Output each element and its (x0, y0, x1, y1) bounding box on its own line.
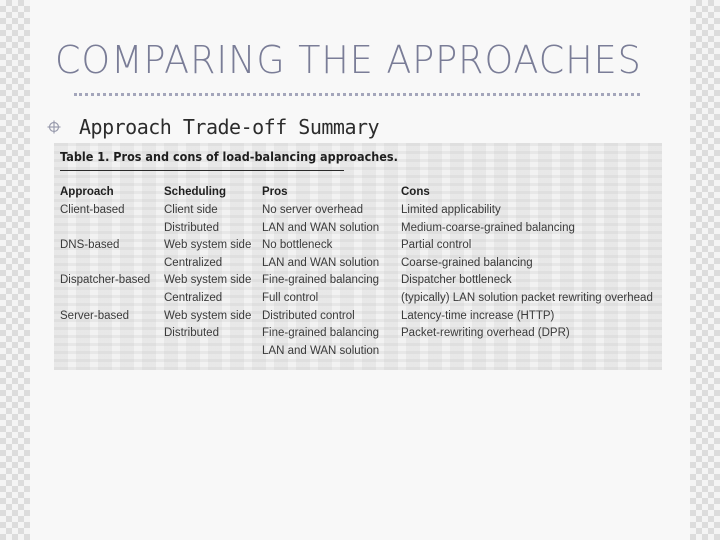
slide-title: COMPARING THE APPROACHES (55, 38, 642, 82)
table-cell-pros: Distributed control (262, 309, 355, 322)
table-cell-approach: Dispatcher-based (60, 274, 151, 287)
table-cell-pros: Full control (262, 292, 319, 304)
table-cell-cons: Partial control (401, 239, 472, 252)
title-divider (74, 93, 640, 96)
column-header-pros: Pros (262, 186, 288, 198)
table-cell-cons: Limited applicability (401, 204, 501, 216)
table-cell-cons: (typically) LAN solution packet rewritin… (401, 292, 653, 304)
table-cell-pros: LAN and WAN solution (262, 221, 380, 234)
crosshair-bullet-icon (47, 120, 61, 134)
table-cell-cons: Coarse-grained balancing (401, 256, 533, 269)
transparency-checker-left (0, 0, 30, 540)
table-cell-pros: LAN and WAN solution (262, 344, 380, 357)
table-cell-scheduling: Distributed (164, 221, 219, 234)
table-cell-approach: Client-based (60, 204, 125, 216)
table-cell-scheduling: Web system side (164, 274, 252, 287)
table-cell-pros: No bottleneck (262, 239, 333, 252)
column-header-scheduling: Scheduling (164, 186, 226, 198)
table-cell-scheduling: Client side (164, 204, 218, 216)
transparency-checker-right (690, 0, 720, 540)
table-cell-cons: Medium-coarse-grained balancing (401, 221, 575, 234)
table-cell-pros: No server overhead (262, 204, 363, 216)
table-cell-scheduling: Web system side (164, 309, 252, 322)
caption-rule (60, 170, 344, 171)
bullet-text: Approach Trade-off Summary (79, 115, 380, 139)
table-cell-pros: Fine-grained balancing (262, 274, 379, 287)
table-cell-scheduling: Distributed (164, 327, 219, 340)
table-cell-pros: LAN and WAN solution (262, 256, 380, 269)
table-caption: Table 1. Pros and cons of load-balancing… (60, 149, 398, 164)
table-cell-cons: Latency-time increase (HTTP) (401, 309, 555, 322)
column-header-cons: Cons (401, 186, 430, 198)
table-cell-scheduling: Centralized (164, 292, 223, 304)
table-cell-scheduling: Web system side (164, 239, 252, 252)
table-cell-approach: Server-based (60, 309, 130, 322)
table-cell-pros: Fine-grained balancing (262, 327, 379, 340)
table-cell-cons: Packet-rewriting overhead (DPR) (401, 327, 570, 340)
table-cell-approach: DNS-based (60, 239, 120, 252)
column-header-approach: Approach (60, 186, 114, 198)
table-cell-cons: Dispatcher bottleneck (401, 274, 512, 287)
table-cell-scheduling: Centralized (164, 256, 223, 269)
pros-cons-table-image: Table 1. Pros and cons of load-balancing… (54, 143, 662, 370)
